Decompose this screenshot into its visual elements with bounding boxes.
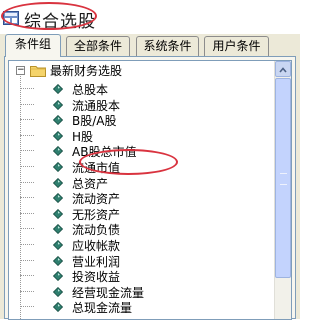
title-bar: 综合选股 — [0, 0, 300, 34]
tab-strip: 条件组 全部条件 系统条件 用户条件 — [0, 34, 300, 57]
tree-branch-line — [20, 166, 34, 167]
diamond-bullet-icon — [53, 130, 63, 141]
diamond-bullet-icon — [53, 99, 63, 110]
tree-item-label: 营业利润 — [72, 254, 121, 269]
tree-item-label: 投资收益 — [72, 270, 121, 285]
scroll-grip — [280, 173, 287, 185]
chevron-up-icon — [279, 67, 287, 73]
tree-item-label: 流动负债 — [72, 223, 121, 238]
tree-branch-line — [20, 275, 34, 277]
tree-branch-line — [20, 244, 34, 245]
tree-item-label: 总资产 — [72, 176, 109, 191]
tree-item-label: 流通股本 — [72, 98, 121, 113]
tree-branch-line — [20, 212, 34, 214]
stock-screener-window: 综合选股 条件组 全部条件 系统条件 用户条件 − 最新财务选股 总股本 流通股本… — [0, 0, 300, 320]
diamond-bullet-icon — [53, 146, 63, 157]
scroll-up-button[interactable] — [275, 61, 291, 77]
tree-branch-line — [20, 150, 34, 152]
tab-system-conditions[interactable]: 系统条件 — [136, 36, 199, 56]
vertical-scrollbar[interactable] — [274, 61, 291, 319]
tree-branch-line — [20, 197, 34, 199]
diamond-bullet-icon — [53, 84, 63, 94]
tree-item-label: 流动资产 — [72, 192, 121, 207]
annotation-circle-item — [79, 149, 178, 175]
diamond-bullet-icon — [53, 255, 63, 266]
tree-branch-line — [20, 119, 34, 121]
tree-item-label: 总现金流量 — [72, 301, 133, 316]
diamond-bullet-icon — [53, 193, 63, 204]
tree-branch-line — [20, 103, 34, 105]
tree-item-label: 经营现金流量 — [72, 285, 145, 300]
scroll-thumb[interactable] — [275, 78, 291, 278]
tree-branch-line — [20, 134, 34, 136]
condition-tree: − 最新财务选股 总股本 流通股本 B股/A股 H股 AB股总市值 流通市值 总资产 流动资产… — [8, 60, 292, 320]
tree-item-label: 无形资产 — [72, 207, 121, 222]
tree-branch-line — [20, 259, 34, 261]
tree-branch-line — [20, 88, 34, 89]
tab-panel: − 最新财务选股 总股本 流通股本 B股/A股 H股 AB股总市值 流通市值 总资产 流动资产… — [4, 56, 296, 320]
diamond-bullet-icon — [53, 286, 63, 297]
annotation-circle — [1, 2, 97, 30]
tab-all-conditions[interactable]: 全部条件 — [66, 36, 130, 56]
folder-icon — [30, 66, 46, 77]
diamond-bullet-icon — [53, 224, 63, 235]
tree-branch-line — [20, 181, 34, 183]
tree-item-label: 应收帐款 — [72, 239, 121, 253]
diamond-bullet-icon — [53, 115, 63, 126]
tree-item-label: H股 — [72, 129, 94, 144]
diamond-bullet-icon — [53, 162, 63, 172]
tree-content: − 最新财务选股 总股本 流通股本 B股/A股 H股 AB股总市值 流通市值 总资产 流动资产… — [9, 61, 275, 319]
tree-root-label[interactable]: 最新财务选股 — [50, 62, 122, 79]
diamond-bullet-icon — [53, 240, 63, 250]
tree-item-label: 总股本 — [72, 83, 109, 97]
diamond-bullet-icon — [53, 177, 63, 188]
tree-item-label: B股/A股 — [72, 114, 117, 129]
diamond-bullet-icon — [53, 271, 63, 282]
tab-condition-group[interactable]: 条件组 — [5, 34, 61, 57]
diamond-bullet-icon — [53, 208, 63, 219]
diamond-bullet-icon — [53, 302, 63, 313]
tree-branch-line — [20, 228, 34, 230]
tree-branch-line — [20, 306, 34, 308]
tab-user-conditions[interactable]: 用户条件 — [204, 36, 269, 56]
collapse-toggle[interactable]: − — [16, 66, 25, 75]
tree-branch-line — [20, 290, 34, 292]
